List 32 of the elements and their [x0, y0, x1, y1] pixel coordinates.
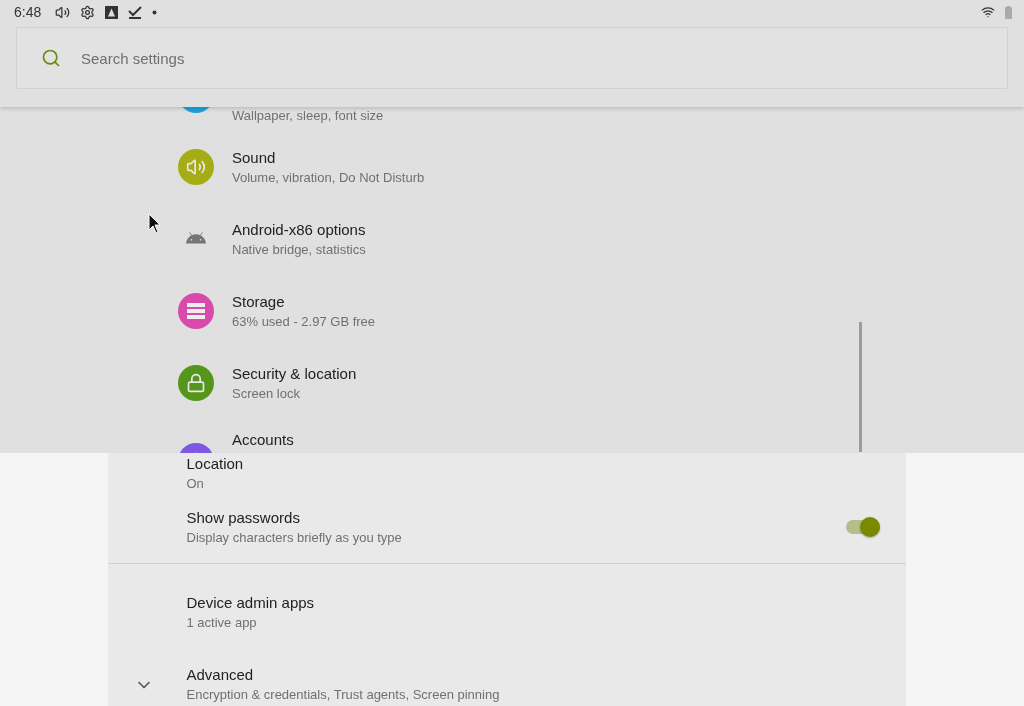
- setting-title[interactable]: Device admin apps: [186, 594, 315, 611]
- setting-summary: Encryption & credentials, Trust agents, Screen pinning: [186, 687, 500, 702]
- square-icon: [105, 5, 119, 19]
- setting-summary: Screen lock: [232, 386, 301, 401]
- setting-summary: Volume, vibration, Do Not Disturb: [232, 170, 425, 185]
- toggle-switch[interactable]: [845, 520, 880, 534]
- setting-summary: Display characters briefly as you type: [186, 530, 402, 545]
- setting-title[interactable]: Storage: [232, 293, 376, 310]
- setting-title[interactable]: Security & location: [232, 365, 357, 382]
- search-icon: [41, 48, 61, 68]
- setting-title[interactable]: Android-x86 options: [232, 221, 366, 238]
- setting-summary: 1 active app: [186, 615, 258, 630]
- setting-summary: Native bridge, statistics: [232, 242, 366, 257]
- settings-icon: [80, 4, 96, 20]
- setting-title[interactable]: Advanced: [186, 666, 500, 683]
- battery-icon: [1005, 5, 1012, 19]
- dot-icon: [152, 9, 158, 15]
- setting-title[interactable]: Location: [186, 455, 244, 472]
- wifi-icon: [981, 5, 995, 19]
- setting-summary: 63% used - 2.97 GB free: [232, 314, 376, 329]
- check-icon: [128, 5, 143, 19]
- scrollbar[interactable]: [859, 322, 862, 452]
- setting-title[interactable]: Show passwords: [186, 509, 402, 526]
- search-input[interactable]: Search settings: [79, 48, 983, 68]
- setting-summary: On: [186, 476, 205, 491]
- setting-title[interactable]: Accounts: [232, 431, 294, 448]
- setting-title[interactable]: Sound: [232, 149, 425, 166]
- clock-time: 6:48: [14, 4, 42, 20]
- speaker-icon: [55, 4, 71, 20]
- mouse-pointer-icon: [148, 213, 162, 235]
- setting-summary: Wallpaper, sleep, font size: [232, 108, 384, 123]
- search-field[interactable]: Search settings: [16, 27, 1008, 89]
